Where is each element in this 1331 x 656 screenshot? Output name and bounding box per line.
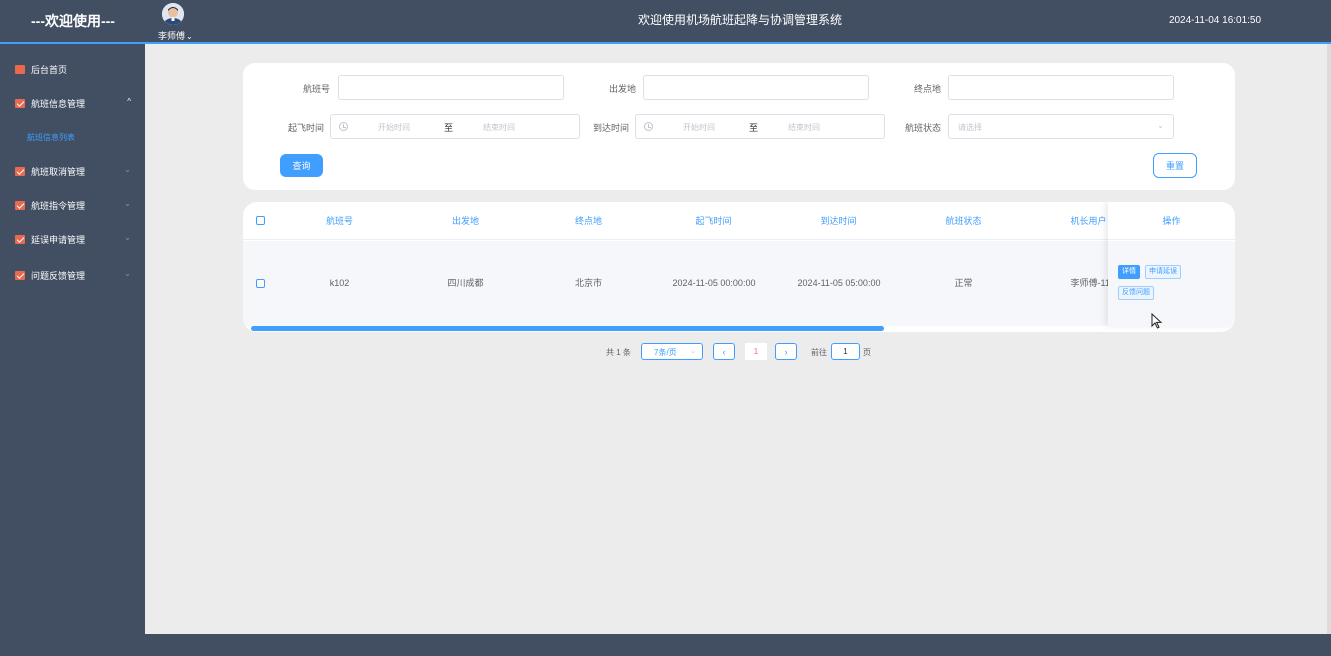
sidebar: 后台首页 航班信息管理 ^ 航班信息列表 航班取消管理 ⌄ 航班指令管理 ⌄ 延… [0, 44, 145, 634]
start-time-placeholder: 开始时间 [683, 123, 715, 132]
chevron-down-icon: ⌄ [690, 348, 696, 355]
flight-table: 航班号 出发地 终点地 起飞时间 到达时间 航班状态 机长用户 k102 四川成… [243, 202, 1235, 332]
pagination-total: 共 1 条 [606, 348, 631, 357]
sidebar-item-label: 航班指令管理 [31, 200, 86, 211]
flight-no-input[interactable] [338, 75, 564, 100]
chevron-up-icon: ^ [127, 97, 131, 106]
sidebar-item-flight-cancel[interactable]: 航班取消管理 ⌄ [0, 156, 145, 186]
cell-status: 正常 [954, 278, 973, 288]
checkbox-icon [15, 200, 25, 210]
select-all-checkbox[interactable] [256, 216, 265, 225]
row-checkbox[interactable] [256, 279, 265, 288]
cell-destination: 北京市 [574, 278, 602, 288]
sidebar-item-feedback[interactable]: 问题反馈管理 ⌄ [0, 260, 145, 290]
cell-departure: 四川成都 [447, 278, 484, 288]
current-datetime: 2024-11-04 16:01:50 [1168, 15, 1262, 26]
departure-label: 出发地 [608, 84, 636, 94]
top-header: ---欢迎使用--- 李师傅⌄ 欢迎使用机场航班起降与协调管理系统 2024-1… [0, 0, 1331, 44]
takeoff-time-range[interactable]: 开始时间 至 结束时间 [330, 114, 580, 139]
brand-title: ---欢迎使用--- [31, 13, 115, 29]
end-time-placeholder: 结束时间 [483, 123, 515, 132]
start-time-placeholder: 开始时间 [378, 123, 410, 132]
mouse-cursor-icon [1151, 313, 1163, 329]
cell-flight-no: k102 [329, 278, 350, 288]
column-header[interactable]: 出发地 [419, 202, 512, 240]
reset-button[interactable]: 重置 [1153, 153, 1197, 178]
apply-delay-button[interactable]: 申请延误 [1145, 265, 1181, 279]
report-issue-button[interactable]: 反馈问题 [1118, 286, 1154, 300]
clock-icon [644, 122, 653, 131]
table-header: 航班号 出发地 终点地 起飞时间 到达时间 航班状态 机长用户 [243, 202, 1235, 240]
column-header: 操作 [1108, 202, 1235, 240]
next-page-button[interactable]: › [775, 343, 797, 360]
table-row[interactable]: k102 四川成都 北京市 2024-11-05 00:00:00 2024-1… [243, 241, 1235, 326]
goto-page-input[interactable]: 1 [831, 343, 860, 360]
chevron-right-icon: › [784, 346, 788, 357]
column-header[interactable]: 航班状态 [917, 202, 1010, 240]
chevron-down-icon: ⌄ [124, 199, 131, 208]
arrival-time-range[interactable]: 开始时间 至 结束时间 [635, 114, 885, 139]
sidebar-item-label: 航班信息管理 [31, 98, 86, 109]
sidebar-item-label: 航班取消管理 [31, 166, 86, 177]
sidebar-item-flight-list[interactable]: 航班信息列表 [0, 125, 145, 149]
checkbox-icon [15, 234, 25, 244]
avatar-icon [162, 3, 184, 25]
column-header[interactable]: 起飞时间 [667, 202, 760, 240]
arrival-time-label: 到达时间 [592, 123, 629, 133]
page-size-value: 7条/页 [654, 348, 677, 357]
sidebar-item-label: 问题反馈管理 [31, 270, 86, 281]
cell-takeoff-time: 2024-11-05 00:00:00 [672, 278, 756, 288]
end-time-placeholder: 结束时间 [788, 123, 820, 132]
system-title: 欢迎使用机场航班起降与协调管理系统 [637, 13, 842, 27]
actions-column: 操作 详情 申请延误 反馈问题 [1108, 202, 1235, 326]
page-size-select[interactable]: 7条/页 ⌄ [641, 343, 703, 360]
monitor-icon [15, 64, 25, 74]
flight-status-select[interactable]: 请选择 ⌄ [948, 114, 1174, 139]
column-header[interactable]: 终点地 [542, 202, 635, 240]
sidebar-item-label: 航班信息列表 [27, 132, 75, 142]
chevron-down-icon: ⌄ [186, 32, 193, 41]
avatar [162, 3, 184, 25]
chevron-down-icon: ⌄ [124, 165, 131, 174]
sidebar-item-flight-info[interactable]: 航班信息管理 ^ [0, 88, 145, 118]
chevron-down-icon: ⌄ [1157, 121, 1164, 130]
chevron-down-icon: ⌄ [124, 269, 131, 278]
prev-page-button[interactable]: ‹ [713, 343, 735, 360]
checkbox-icon [15, 270, 25, 280]
page-number-current[interactable]: 1 [745, 343, 767, 360]
destination-input[interactable] [948, 75, 1174, 100]
sidebar-item-flight-command[interactable]: 航班指令管理 ⌄ [0, 190, 145, 220]
goto-label: 前往 [811, 348, 827, 357]
column-header[interactable]: 到达时间 [792, 202, 885, 240]
bottom-bar [0, 634, 1331, 656]
flight-no-label: 航班号 [302, 84, 330, 94]
range-separator: 至 [444, 123, 454, 133]
sidebar-item-label: 后台首页 [31, 64, 68, 75]
query-button[interactable]: 查询 [280, 154, 323, 177]
chevron-left-icon: ‹ [722, 346, 726, 357]
sidebar-item-delay-request[interactable]: 延误申请管理 ⌄ [0, 224, 145, 254]
detail-button[interactable]: 详情 [1118, 265, 1140, 279]
user-name: 李师傅 [158, 31, 186, 41]
checkbox-icon [15, 166, 25, 176]
row-actions: 详情 申请延误 反馈问题 [1108, 241, 1235, 326]
right-edge [1327, 44, 1331, 634]
page-suffix: 页 [863, 348, 871, 357]
takeoff-time-label: 起飞时间 [287, 123, 324, 133]
departure-input[interactable] [643, 75, 869, 100]
destination-label: 终点地 [913, 84, 941, 94]
checkbox-icon [15, 98, 25, 108]
flight-status-label: 航班状态 [904, 123, 941, 133]
sidebar-item-label: 延误申请管理 [31, 234, 86, 245]
user-menu[interactable]: 李师傅⌄ [158, 3, 198, 41]
sidebar-item-home[interactable]: 后台首页 [0, 54, 145, 84]
range-separator: 至 [749, 123, 759, 133]
clock-icon [339, 122, 348, 131]
cell-arrival-time: 2024-11-05 05:00:00 [797, 278, 881, 288]
column-header[interactable]: 航班号 [293, 202, 386, 240]
horizontal-scrollbar[interactable] [251, 326, 884, 331]
chevron-down-icon: ⌄ [124, 233, 131, 242]
status-placeholder: 请选择 [958, 123, 982, 132]
